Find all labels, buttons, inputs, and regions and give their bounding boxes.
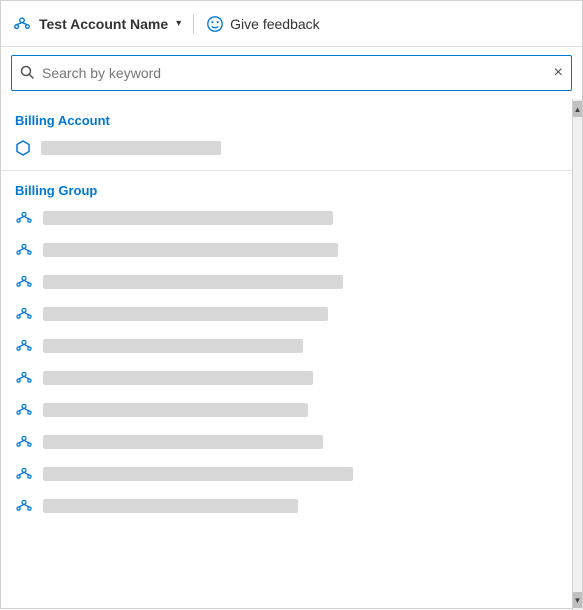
header: Test Account Name ▾ Give feedback (1, 1, 582, 47)
list-item[interactable] (1, 298, 572, 330)
skeleton-item (41, 141, 221, 155)
billing-group-icon (15, 304, 33, 325)
billing-group-icon (15, 240, 33, 261)
header-divider (193, 14, 194, 34)
list-item[interactable] (1, 426, 572, 458)
skeleton-item (43, 243, 338, 257)
scroll-up-button[interactable]: ▲ (573, 101, 583, 117)
list-item[interactable] (1, 490, 572, 522)
billing-account-icon (15, 140, 31, 156)
list-item[interactable] (1, 362, 572, 394)
list-item[interactable] (1, 202, 572, 234)
skeleton-item (43, 499, 298, 513)
scrollbar[interactable]: ▲ ▼ (572, 99, 582, 610)
list-item[interactable] (1, 132, 572, 164)
billing-group-icon (15, 272, 33, 293)
skeleton-item (43, 307, 328, 321)
skeleton-item (43, 435, 323, 449)
clear-search-button[interactable]: × (546, 65, 571, 81)
content-area: Billing Account Billing Group (1, 99, 582, 610)
billing-group-header: Billing Group (1, 177, 572, 202)
skeleton-item (43, 403, 308, 417)
scroll-down-button[interactable]: ▼ (573, 592, 583, 608)
list-item[interactable] (1, 234, 572, 266)
billing-group-icon (15, 368, 33, 389)
billing-group-icon (15, 400, 33, 421)
account-name: Test Account Name (39, 16, 168, 32)
billing-group-icon (15, 464, 33, 485)
skeleton-item (43, 339, 303, 353)
list-item[interactable] (1, 266, 572, 298)
give-feedback-button[interactable]: Give feedback (206, 15, 320, 33)
chevron-down-icon: ▾ (176, 18, 181, 29)
skeleton-item (43, 371, 313, 385)
billing-group-icon (15, 336, 33, 357)
billing-group-icon (15, 496, 33, 517)
feedback-label: Give feedback (230, 16, 320, 32)
feedback-icon (206, 15, 224, 33)
list-container[interactable]: Billing Account Billing Group (1, 99, 572, 610)
account-info[interactable]: Test Account Name ▾ (13, 14, 181, 34)
list-item[interactable] (1, 330, 572, 362)
billing-account-header: Billing Account (1, 107, 572, 132)
skeleton-item (43, 211, 333, 225)
list-item[interactable] (1, 394, 572, 426)
skeleton-item (43, 467, 353, 481)
search-icon (12, 65, 42, 82)
account-icon (13, 14, 33, 34)
list-item[interactable] (1, 458, 572, 490)
billing-group-icon (15, 432, 33, 453)
section-divider (1, 170, 572, 171)
search-input[interactable] (42, 65, 546, 81)
billing-group-icon (15, 208, 33, 229)
search-bar[interactable]: × (11, 55, 572, 91)
skeleton-item (43, 275, 343, 289)
